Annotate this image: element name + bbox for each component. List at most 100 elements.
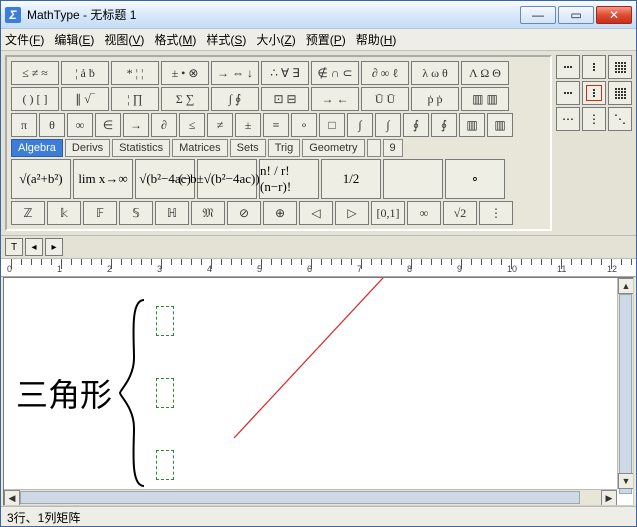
tab-Derivs[interactable]: Derivs: [65, 139, 110, 157]
edit-area[interactable]: 三角形 ▲ ▼ ◀ ▶: [3, 277, 634, 506]
case-slot-1[interactable]: [156, 306, 174, 336]
col-ellipsis[interactable]: ⋮: [582, 107, 606, 131]
palette-cell[interactable]: 𝔽: [83, 201, 117, 225]
palette-cell[interactable]: ⊘: [227, 201, 261, 225]
palette-cell[interactable]: 𝕜: [47, 201, 81, 225]
palette-cell[interactable]: ( ) [ ]: [11, 87, 59, 111]
scroll-thumb-v[interactable]: [619, 294, 632, 494]
palette-cell[interactable]: [0,1]: [371, 201, 405, 225]
palette-cell[interactable]: ∘: [291, 113, 317, 137]
palette-cell[interactable]: ▷: [335, 201, 369, 225]
diag-ellipsis[interactable]: ⋱: [608, 107, 632, 131]
menu-格式[interactable]: 格式(M): [154, 31, 196, 48]
palette-cell[interactable]: ▥: [459, 113, 485, 137]
horizontal-scrollbar[interactable]: ◀ ▶: [4, 489, 617, 505]
palette-cell[interactable]: Ū Ū: [361, 87, 409, 111]
palette-cell[interactable]: ∉ ∩ ⊂: [311, 61, 359, 85]
palette-cell[interactable]: ∫: [375, 113, 401, 137]
palette-cell[interactable]: ¦ ∏: [111, 87, 159, 111]
zoom-left-button[interactable]: ◂: [25, 238, 43, 256]
case-slot-2[interactable]: [156, 378, 174, 408]
palette-cell[interactable]: ± • ⊗: [161, 61, 209, 85]
template-cell[interactable]: 1/2: [321, 159, 381, 199]
palette-cell[interactable]: ⊕: [263, 201, 297, 225]
vertical-scrollbar[interactable]: ▲ ▼: [617, 278, 633, 489]
row-ellipsis[interactable]: ⋯: [556, 107, 580, 131]
palette-cell[interactable]: θ: [39, 113, 65, 137]
palette-cell[interactable]: √2: [443, 201, 477, 225]
palette-cell[interactable]: * ¦ ¦: [111, 61, 159, 85]
tab-Statistics[interactable]: Statistics: [112, 139, 170, 157]
palette-cell[interactable]: ṗ ṗ: [411, 87, 459, 111]
scroll-left-button[interactable]: ◀: [4, 490, 20, 506]
palette-cell[interactable]: ▥ ▥: [461, 87, 509, 111]
palette-cell[interactable]: ∞: [407, 201, 441, 225]
menu-帮助[interactable]: 帮助(H): [356, 31, 397, 48]
tab-Sets[interactable]: Sets: [230, 139, 266, 157]
palette-cell[interactable]: Σ ∑: [161, 87, 209, 111]
template-cell[interactable]: [383, 159, 443, 199]
case-slot-3[interactable]: [156, 450, 174, 480]
palette-cell[interactable]: ±: [235, 113, 261, 137]
palette-cell[interactable]: ∮: [403, 113, 429, 137]
template-cell[interactable]: ∘: [445, 159, 505, 199]
palette-cell[interactable]: ◁: [299, 201, 333, 225]
palette-cell[interactable]: → ←: [311, 87, 359, 111]
close-button[interactable]: ✕: [596, 6, 632, 24]
palette-cell[interactable]: ∫: [347, 113, 373, 137]
tab-blank[interactable]: [367, 139, 381, 157]
palette-cell[interactable]: → ⇔ ↓: [211, 61, 259, 85]
palette-cell[interactable]: π: [11, 113, 37, 137]
palette-cell[interactable]: ∞: [67, 113, 93, 137]
palette-cell[interactable]: ℤ: [11, 201, 45, 225]
menu-编辑[interactable]: 编辑(E): [54, 31, 94, 48]
template-cell[interactable]: √(a²+b²): [11, 159, 71, 199]
tab-9[interactable]: 9: [383, 139, 403, 157]
menu-样式[interactable]: 样式(S): [206, 31, 246, 48]
palette-cell[interactable]: ≡: [263, 113, 289, 137]
palette-cell[interactable]: →: [123, 113, 149, 137]
text-ideograph[interactable]: 三角形: [16, 370, 112, 416]
palette-cell[interactable]: Λ Ω Θ: [461, 61, 509, 85]
palette-cell[interactable]: ⋮: [479, 201, 513, 225]
palette-cell[interactable]: ⊡ ⊟: [261, 87, 309, 111]
matrix-1col[interactable]: [582, 55, 606, 79]
tab-Algebra[interactable]: Algebra: [11, 139, 63, 157]
palette-cell[interactable]: 𝔐: [191, 201, 225, 225]
palette-cell[interactable]: ≤: [179, 113, 205, 137]
tab-Matrices[interactable]: Matrices: [172, 139, 228, 157]
zoom-right-button[interactable]: ▸: [45, 238, 63, 256]
matrix-3x1-highlight[interactable]: [582, 81, 606, 105]
matrix-3col[interactable]: [556, 55, 580, 79]
palette-cell[interactable]: ▥: [487, 113, 513, 137]
palette-cell[interactable]: ∫ ∮: [211, 87, 259, 111]
palette-cell[interactable]: □: [319, 113, 345, 137]
menu-大小[interactable]: 大小(Z): [256, 31, 295, 48]
scroll-down-button[interactable]: ▼: [618, 473, 634, 489]
tab-Trig[interactable]: Trig: [268, 139, 301, 157]
palette-cell[interactable]: ∂ ∞ ℓ: [361, 61, 409, 85]
palette-cell[interactable]: ¦ ả ḃ: [61, 61, 109, 85]
scroll-up-button[interactable]: ▲: [618, 278, 634, 294]
minimize-button[interactable]: —: [520, 6, 556, 24]
zoom-t-button[interactable]: T: [5, 238, 23, 256]
menu-预置[interactable]: 预置(P): [306, 31, 346, 48]
palette-cell[interactable]: ≠: [207, 113, 233, 137]
template-cell[interactable]: n! / r!(n−r)!: [259, 159, 319, 199]
palette-cell[interactable]: ∴ ∀ ∃: [261, 61, 309, 85]
template-cell[interactable]: lim x→∞: [73, 159, 133, 199]
menu-视图[interactable]: 视图(V): [104, 31, 144, 48]
palette-cell[interactable]: ≤ ≠ ≈: [11, 61, 59, 85]
palette-cell[interactable]: ℍ: [155, 201, 189, 225]
matrix-4x4[interactable]: [608, 81, 632, 105]
matrix-grid[interactable]: [608, 55, 632, 79]
template-cell[interactable]: (−b±√(b²−4ac))/2a: [197, 159, 257, 199]
tab-Geometry[interactable]: Geometry: [302, 139, 364, 157]
palette-cell[interactable]: ∥ √‾: [61, 87, 109, 111]
palette-cell[interactable]: 𝕊: [119, 201, 153, 225]
menu-文件[interactable]: 文件(F): [5, 31, 44, 48]
scroll-thumb-h[interactable]: [20, 491, 580, 504]
palette-cell[interactable]: ∮: [431, 113, 457, 137]
scroll-right-button[interactable]: ▶: [601, 490, 617, 506]
maximize-button[interactable]: ▭: [558, 6, 594, 24]
